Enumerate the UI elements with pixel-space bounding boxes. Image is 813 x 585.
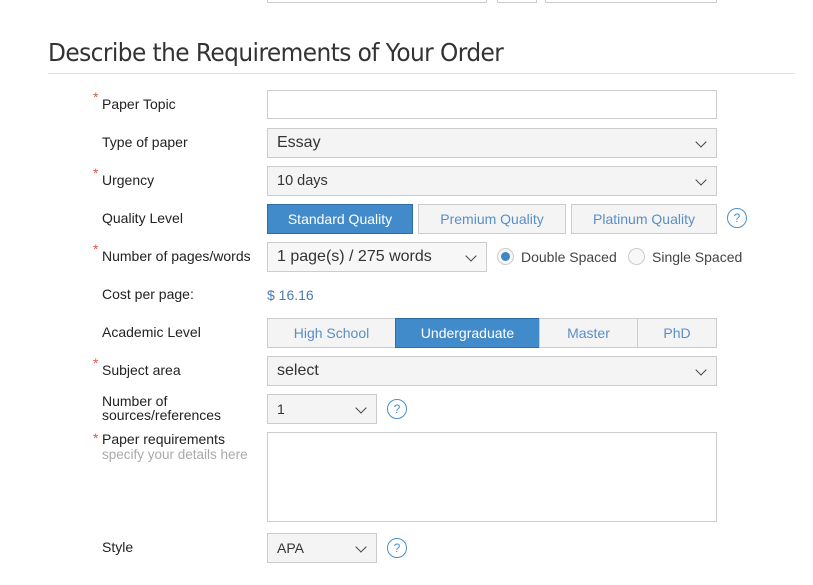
style-value: APA (277, 540, 304, 556)
academic-level-label: Academic Level (102, 324, 201, 340)
chevron-down-icon (355, 402, 367, 414)
quality-help-icon[interactable]: ? (727, 208, 747, 228)
paper-requirements-label: Paper requirements (102, 431, 225, 447)
pages-value: 1 page(s) / 275 words (277, 248, 432, 265)
subject-area-value: select (277, 362, 319, 379)
sources-value: 1 (277, 401, 285, 417)
urgency-select[interactable]: 10 days (267, 166, 717, 196)
double-spaced-radio[interactable] (497, 248, 514, 265)
single-spaced-radio[interactable] (628, 248, 645, 265)
pages-label: Number of pages/words (102, 248, 251, 264)
previous-field-small-input[interactable] (497, 0, 537, 3)
academic-phd-button[interactable]: PhD (637, 318, 717, 348)
section-divider (48, 73, 795, 74)
cost-per-page-value: $ 16.16 (267, 287, 314, 303)
chevron-down-icon (695, 364, 707, 376)
academic-undergraduate-button[interactable]: Undergraduate (395, 318, 540, 348)
subject-area-label: Subject area (102, 362, 181, 378)
sources-label-line1: Number of (102, 393, 168, 409)
quality-standard-button[interactable]: Standard Quality (267, 204, 413, 234)
required-marker: * (93, 89, 99, 105)
subject-area-select[interactable]: select (267, 356, 717, 386)
type-of-paper-value: Essay (277, 134, 321, 151)
quality-platinum-button[interactable]: Platinum Quality (571, 204, 717, 234)
cost-per-page-label: Cost per page: (102, 286, 194, 302)
paper-topic-input[interactable] (267, 90, 717, 119)
academic-master-button[interactable]: Master (539, 318, 638, 348)
pages-select[interactable]: 1 page(s) / 275 words (267, 242, 487, 272)
single-spaced-label[interactable]: Single Spaced (652, 249, 742, 265)
type-of-paper-label: Type of paper (102, 134, 188, 150)
required-marker: * (93, 241, 99, 257)
required-marker: * (93, 355, 99, 371)
section-title: Describe the Requirements of Your Order (48, 38, 504, 67)
paper-requirements-textarea[interactable] (267, 432, 717, 522)
required-marker: * (93, 430, 99, 446)
type-of-paper-select[interactable]: Essay (267, 128, 717, 158)
style-select[interactable]: APA (267, 533, 377, 563)
urgency-label: Urgency (102, 172, 155, 188)
paper-topic-label: Paper Topic (102, 96, 176, 112)
chevron-down-icon (465, 250, 477, 262)
chevron-down-icon (695, 136, 707, 148)
urgency-value: 10 days (277, 173, 328, 189)
style-label: Style (102, 539, 134, 555)
required-marker: * (93, 165, 99, 181)
previous-field-select[interactable] (545, 0, 717, 3)
sources-help-icon[interactable]: ? (387, 399, 407, 419)
quality-premium-button[interactable]: Premium Quality (418, 204, 566, 234)
paper-requirements-hint: specify your details here (102, 447, 248, 462)
quality-level-label: Quality Level (102, 210, 183, 226)
sources-label-line2: sources/references (102, 407, 222, 423)
double-spaced-label[interactable]: Double Spaced (521, 249, 617, 265)
previous-field-input[interactable] (267, 0, 487, 3)
sources-select[interactable]: 1 (267, 394, 377, 424)
academic-high-school-button[interactable]: High School (267, 318, 396, 348)
style-help-icon[interactable]: ? (387, 538, 407, 558)
chevron-down-icon (695, 174, 707, 186)
chevron-down-icon (355, 541, 367, 553)
